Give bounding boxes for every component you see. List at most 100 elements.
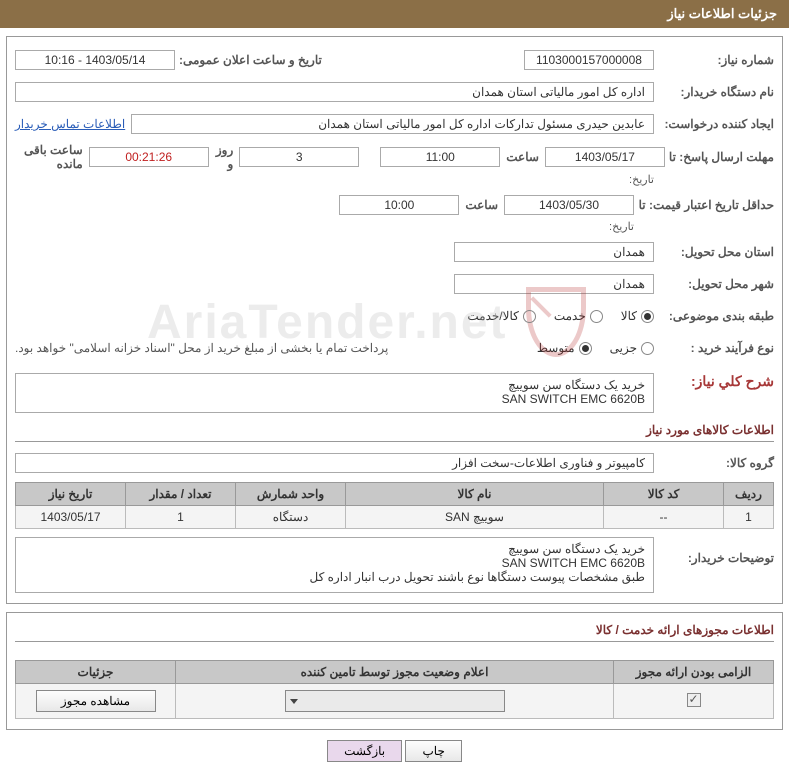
announce-label: تاریخ و ساعت اعلان عمومی: — [175, 53, 322, 67]
radio-icon — [523, 310, 536, 323]
buyer-org-label: نام دستگاه خریدار: — [654, 85, 774, 99]
buyer-desc-l2: SAN SWITCH EMC 6620B — [24, 556, 645, 570]
td-status — [176, 684, 614, 719]
radio-partial[interactable]: جزیی — [610, 341, 654, 355]
radio-icon — [579, 342, 592, 355]
row-buyer-desc: توضیحات خریدار: خرید یک دستگاه سن سوییچ … — [15, 537, 774, 593]
process-note: پرداخت تمام یا بخشی از مبلغ خرید از محل … — [15, 341, 388, 355]
description-label: شرح کلي نیاز: — [654, 373, 774, 390]
td-unit: دستگاه — [236, 506, 346, 529]
hour-label-2: ساعت — [459, 198, 504, 212]
deadline-time: 11:00 — [380, 147, 500, 167]
view-license-button[interactable]: مشاهده مجوز — [36, 690, 156, 712]
need-number-value: 1103000157000008 — [524, 50, 654, 70]
countdown: 00:21:26 — [89, 147, 209, 167]
license-row: مشاهده مجوز — [16, 684, 774, 719]
requester-value: عابدین حیدری مسئول تدارکات اداره کل امور… — [131, 114, 654, 134]
category-label: طبقه بندی موضوعی: — [654, 309, 774, 323]
row-group: گروه کالا: کامپیوتر و فناوری اطلاعات-سخت… — [15, 450, 774, 476]
deadline-label: مهلت ارسال پاسخ: تا — [665, 150, 774, 164]
license-header-row: الزامی بودن ارائه مجوز اعلام وضعیت مجوز … — [16, 661, 774, 684]
city-label: شهر محل تحویل: — [654, 277, 774, 291]
radio-medium[interactable]: متوسط — [537, 341, 592, 355]
action-buttons: چاپ بازگشت — [0, 740, 789, 762]
radio-icon — [641, 310, 654, 323]
province-value: همدان — [454, 242, 654, 262]
category-radios: کالا خدمت کالا/خدمت — [467, 309, 654, 323]
td-details: مشاهده مجوز — [16, 684, 176, 719]
th-row: ردیف — [724, 483, 774, 506]
license-table: الزامی بودن ارائه مجوز اعلام وضعیت مجوز … — [15, 660, 774, 719]
radio-icon — [641, 342, 654, 355]
th-name: نام کالا — [346, 483, 604, 506]
td-name: سوییچ SAN — [346, 506, 604, 529]
province-label: استان محل تحویل: — [654, 245, 774, 259]
page-title: جزئیات اطلاعات نیاز — [667, 6, 777, 21]
td-qty: 1 — [126, 506, 236, 529]
page-header: جزئیات اطلاعات نیاز — [0, 0, 789, 28]
items-section-title: اطلاعات کالاهای مورد نیاز — [15, 423, 774, 442]
radio-both[interactable]: کالا/خدمت — [467, 309, 535, 323]
items-table: ردیف کد کالا نام کالا واحد شمارش تعداد /… — [15, 482, 774, 529]
back-button[interactable]: بازگشت — [327, 740, 402, 762]
days-suffix: روز و — [209, 143, 240, 171]
row-deadline: مهلت ارسال پاسخ: تا 1403/05/17 ساعت 11:0… — [15, 143, 774, 171]
process-label: نوع فرآیند خرید : — [654, 341, 774, 355]
row-buyer-org: نام دستگاه خریدار: اداره کل امور مالیاتی… — [15, 79, 774, 105]
desc-line1: خرید یک دستگاه سن سوییچ — [24, 378, 645, 392]
validity-sub: تاریخ: — [15, 220, 774, 233]
buyer-desc-l3: طبق مشخصات پیوست دستگاها نوع باشند تحویل… — [24, 570, 645, 584]
th-date: تاریخ نیاز — [16, 483, 126, 506]
th-details: جزئیات — [16, 661, 176, 684]
group-label: گروه کالا: — [654, 456, 774, 470]
buyer-desc-label: توضیحات خریدار: — [654, 537, 774, 565]
contact-link[interactable]: اطلاعات تماس خریدار — [15, 117, 125, 131]
row-validity: حداقل تاریخ اعتبار قیمت: تا 1403/05/30 س… — [15, 192, 774, 218]
row-category: طبقه بندی موضوعی: کالا خدمت کالا/خدمت — [15, 303, 774, 329]
buyer-desc-box: خرید یک دستگاه سن سوییچ SAN SWITCH EMC 6… — [15, 537, 654, 593]
validity-label: حداقل تاریخ اعتبار قیمت: تا — [634, 198, 774, 212]
hour-label-1: ساعت — [500, 150, 545, 164]
description-box: خرید یک دستگاه سن سوییچ SAN SWITCH EMC 6… — [15, 373, 654, 413]
td-code: -- — [604, 506, 724, 529]
process-radios: جزیی متوسط — [537, 341, 654, 355]
buyer-desc-l1: خرید یک دستگاه سن سوییچ — [24, 542, 645, 556]
need-number-label: شماره نیاز: — [654, 53, 774, 67]
days-count: 3 — [239, 147, 359, 167]
th-code: کد کالا — [604, 483, 724, 506]
print-button[interactable]: چاپ — [405, 740, 461, 762]
row-province: استان محل تحویل: همدان — [15, 239, 774, 265]
requester-label: ایجاد کننده درخواست: — [654, 117, 774, 131]
th-status: اعلام وضعیت مجوز توسط تامین کننده — [176, 661, 614, 684]
validity-time: 10:00 — [339, 195, 459, 215]
row-description: شرح کلي نیاز: خرید یک دستگاه سن سوییچ SA… — [15, 373, 774, 413]
mandatory-checkbox[interactable] — [687, 693, 701, 707]
desc-line2: SAN SWITCH EMC 6620B — [24, 392, 645, 406]
buyer-org-value: اداره کل امور مالیاتی استان همدان — [15, 82, 654, 102]
radio-service[interactable]: خدمت — [554, 309, 603, 323]
group-value: کامپیوتر و فناوری اطلاعات-سخت افزار — [15, 453, 654, 473]
main-panel: AriaTender.net شماره نیاز: 1103000157000… — [6, 36, 783, 604]
table-header-row: ردیف کد کالا نام کالا واحد شمارش تعداد /… — [16, 483, 774, 506]
table-row: 1 -- سوییچ SAN دستگاه 1 1403/05/17 — [16, 506, 774, 529]
td-mandatory — [614, 684, 774, 719]
status-select[interactable] — [285, 690, 505, 712]
validity-date: 1403/05/30 — [504, 195, 634, 215]
countdown-suffix: ساعت باقی مانده — [15, 143, 89, 171]
city-value: همدان — [454, 274, 654, 294]
radio-goods[interactable]: کالا — [621, 309, 654, 323]
license-title: اطلاعات مجوزهای ارائه خدمت / کالا — [15, 623, 774, 642]
row-requester: ایجاد کننده درخواست: عابدین حیدری مسئول … — [15, 111, 774, 137]
th-unit: واحد شمارش — [236, 483, 346, 506]
chevron-down-icon — [290, 699, 298, 704]
th-mandatory: الزامی بودن ارائه مجوز — [614, 661, 774, 684]
row-need-number: شماره نیاز: 1103000157000008 تاریخ و ساع… — [15, 47, 774, 73]
announce-value: 1403/05/14 - 10:16 — [15, 50, 175, 70]
th-qty: تعداد / مقدار — [126, 483, 236, 506]
td-row: 1 — [724, 506, 774, 529]
radio-icon — [590, 310, 603, 323]
deadline-date: 1403/05/17 — [545, 147, 665, 167]
deadline-sub: تاریخ: — [15, 173, 774, 186]
td-date: 1403/05/17 — [16, 506, 126, 529]
row-process: نوع فرآیند خرید : جزیی متوسط پرداخت تمام… — [15, 335, 774, 361]
